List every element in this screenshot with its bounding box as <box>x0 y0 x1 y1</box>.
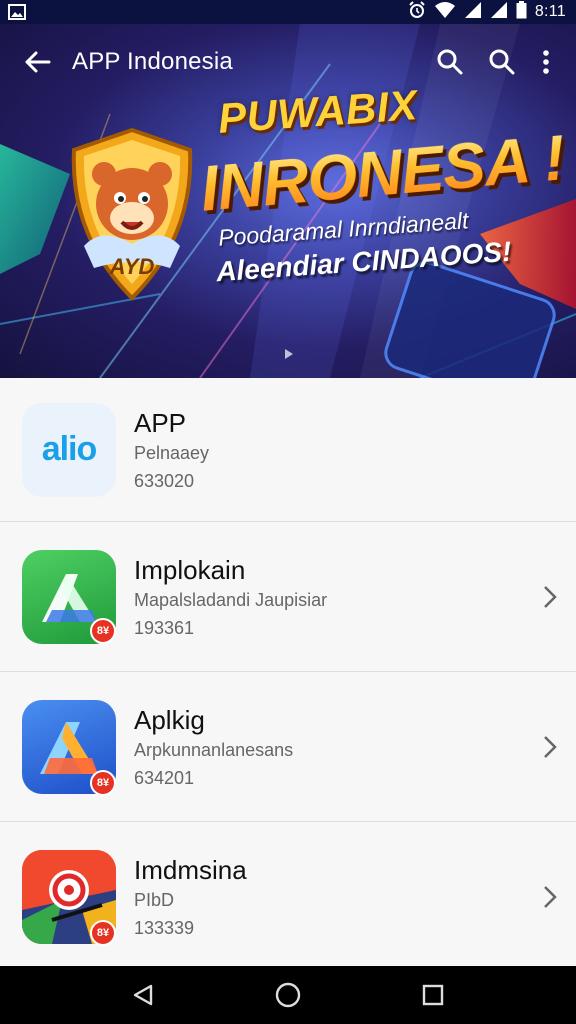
app-name: Imdmsina <box>134 854 247 885</box>
back-triangle-icon[interactable] <box>119 971 167 1019</box>
recents-square-icon[interactable] <box>409 971 457 1019</box>
app-count: 634201 <box>134 767 195 788</box>
app-count: 633020 <box>134 470 195 491</box>
alarm-icon <box>408 1 426 23</box>
image-icon <box>8 3 30 21</box>
page-title: APP Indonesia <box>72 48 233 75</box>
chevron-right-icon <box>544 885 557 908</box>
notification-badge: 8¥ <box>90 920 116 946</box>
battery-icon <box>516 1 527 23</box>
status-time: 8:11 <box>534 3 566 20</box>
hero-banner[interactable]: AYD PUWABIX INRONESA ! Poodaramal Inrndi… <box>0 24 576 378</box>
app-toolbar: APP Indonesia <box>0 24 576 100</box>
app-name: APP <box>134 407 187 438</box>
chevron-right-icon <box>544 735 557 758</box>
signal-icon <box>490 1 508 23</box>
status-bar: 8:11 <box>0 0 576 24</box>
app-subtitle: Pelnaaey <box>134 442 210 463</box>
home-circle-icon[interactable] <box>264 971 312 1019</box>
search-icon[interactable] <box>424 37 476 87</box>
chevron-right-icon <box>544 585 557 608</box>
notification-badge: 8¥ <box>90 770 116 796</box>
app-name: Implokain <box>134 554 246 585</box>
list-item[interactable]: 8¥ Implokain Mapalsladandi Jaupisiar 193… <box>0 522 576 672</box>
list-item[interactable]: alio APP Pelnaaey 633020 <box>0 378 576 522</box>
system-nav-bar <box>0 966 576 1024</box>
app-name: Aplkig <box>134 704 205 735</box>
list-item[interactable]: 8¥ Imdmsina PIbD 133339 <box>0 822 576 972</box>
app-count: 193361 <box>134 617 195 638</box>
app-list: alio APP Pelnaaey 633020 8¥ Implokain Ma… <box>0 378 576 972</box>
mascot-shield-logo: AYD <box>62 126 202 306</box>
notification-badge: 8¥ <box>90 618 116 644</box>
wifi-icon <box>434 1 456 23</box>
search-icon[interactable] <box>476 37 528 87</box>
more-vert-icon[interactable] <box>528 37 564 87</box>
app-subtitle: Mapalsladandi Jaupisiar <box>134 589 328 610</box>
app-subtitle: PIbD <box>134 889 175 910</box>
app-icon-logo-text: alio <box>41 430 98 468</box>
list-item[interactable]: 8¥ Aplkig Arpkunnanlanesans 634201 <box>0 672 576 822</box>
app-icon-alio: alio <box>22 402 116 497</box>
app-subtitle: Arpkunnanlanesans <box>134 739 294 760</box>
signal-icon <box>464 1 482 23</box>
mascot-badge-text: AYD <box>109 254 155 279</box>
app-count: 133339 <box>134 917 195 938</box>
back-arrow-icon[interactable] <box>12 37 62 87</box>
